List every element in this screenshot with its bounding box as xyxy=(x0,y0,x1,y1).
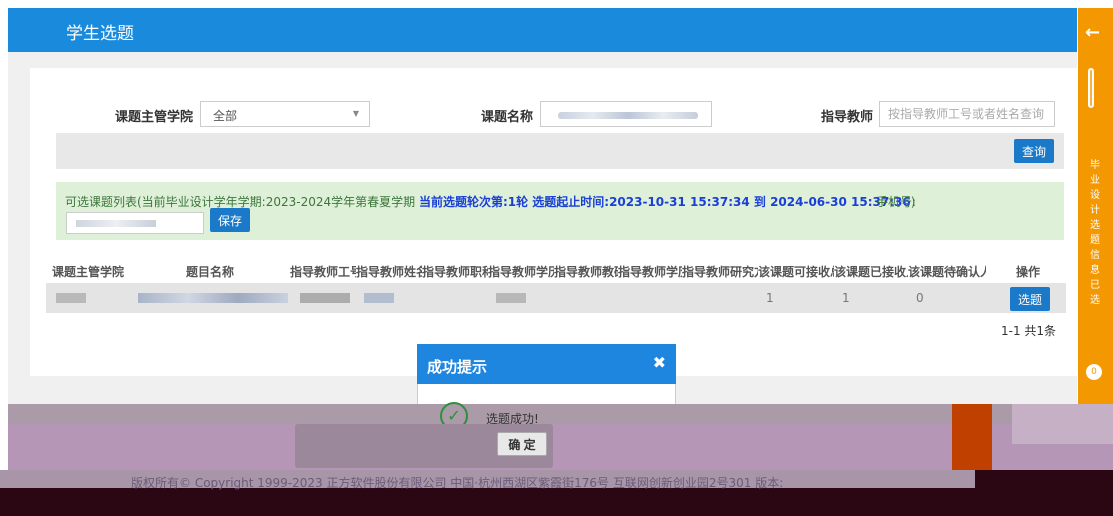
redacted-teacher-id xyxy=(300,293,350,303)
query-bar xyxy=(56,133,1064,169)
teacher-search-input[interactable] xyxy=(879,101,1055,127)
column-header: 指导教师教研室 xyxy=(554,265,618,279)
right-sidebar: ← 毕业设计选题信息 已选 0 xyxy=(1078,8,1113,408)
column-header: 该课题待确认人数 xyxy=(908,265,986,279)
footer-copyright: 版权所有© Copyright 1999-2023 正方软件股份有限公司 中国·… xyxy=(131,476,784,490)
column-header: 指导教师姓名 xyxy=(356,265,422,279)
college-select[interactable]: 全部 ▼ xyxy=(200,101,370,127)
render-artifact-block xyxy=(952,404,992,470)
info-panel xyxy=(56,182,1064,240)
term-info: 可选课题列表(当前毕业设计学年学期:2023-2024学年第春夏学期 当前选题轮… xyxy=(65,193,915,210)
selected-count-badge: 0 xyxy=(1086,364,1102,380)
dialog-header: 成功提示 ✖ xyxy=(417,344,676,384)
redacted-topic-name xyxy=(558,112,698,119)
scrollbar-handle[interactable] xyxy=(1088,68,1094,108)
render-artifact-band xyxy=(8,404,1077,424)
save-button[interactable]: 保存 xyxy=(210,208,250,232)
redacted-topic-link xyxy=(138,293,288,303)
college-label: 课题主管学院 xyxy=(115,110,194,125)
query-button[interactable]: 查询 xyxy=(1014,139,1054,163)
round-info: 当前选题轮次第:1轮 选题起止时间:2023-10-31 15:37:34 到 … xyxy=(418,195,911,209)
select-topic-button[interactable]: 选题 xyxy=(1010,287,1050,311)
column-header: 该课题已接收人数 xyxy=(834,265,908,279)
column-header: 指导教师职称 xyxy=(422,265,488,279)
accepted-cell: 1 xyxy=(842,291,850,305)
page-title: 学生选题 xyxy=(66,24,134,44)
column-header: 操作 xyxy=(1016,265,1041,279)
column-header: 指导教师学历 xyxy=(618,265,682,279)
back-arrow-icon[interactable]: ← xyxy=(1085,22,1100,43)
top-header: 学生选题 xyxy=(8,8,1077,52)
sidebar-label[interactable]: 毕业设计选题信息 已选 xyxy=(1087,158,1103,308)
pagination-info: 1-1 共1条 xyxy=(1001,324,1057,338)
phone-label: 手机号: xyxy=(876,195,917,209)
column-header: 指导教师学历 xyxy=(488,265,554,279)
table-header: 课题主管学院 题目名称 指导教师工号 指导教师姓名 指导教师职称 指导教师学历 … xyxy=(46,260,1066,282)
college-select-value: 全部 xyxy=(213,109,238,123)
render-artifact-band xyxy=(8,424,1113,470)
column-header: 课题主管学院 xyxy=(52,265,125,279)
column-header: 指导教师研究方向 xyxy=(682,265,758,279)
render-artifact-band xyxy=(0,488,1113,516)
dialog-title: 成功提示 xyxy=(427,358,488,376)
redacted-college xyxy=(56,293,86,303)
redacted-teacher-degree xyxy=(496,293,526,303)
redacted-phone xyxy=(76,220,156,227)
column-header: 该课题可接收总人数 xyxy=(758,265,834,279)
term-info-prefix: 可选课题列表(当前毕业设计学年学期:2023-2024学年第春夏学期 xyxy=(65,195,419,209)
column-header: 指导教师工号 xyxy=(290,265,356,279)
confirm-button[interactable]: 确 定 xyxy=(497,432,547,456)
topic-name-label: 课题名称 xyxy=(481,110,534,125)
pending-cell: 0 xyxy=(916,291,924,305)
close-icon[interactable]: ✖ xyxy=(653,353,666,372)
render-artifact-block xyxy=(975,470,1113,498)
table-row[interactable]: 1 1 0 xyxy=(46,283,1066,313)
chevron-down-icon: ▼ xyxy=(352,109,359,118)
render-artifact-block xyxy=(1012,404,1113,444)
teacher-label: 指导教师 xyxy=(821,110,874,125)
redacted-teacher-name xyxy=(364,293,394,303)
column-header: 题目名称 xyxy=(186,265,235,279)
capacity-cell: 1 xyxy=(766,291,774,305)
